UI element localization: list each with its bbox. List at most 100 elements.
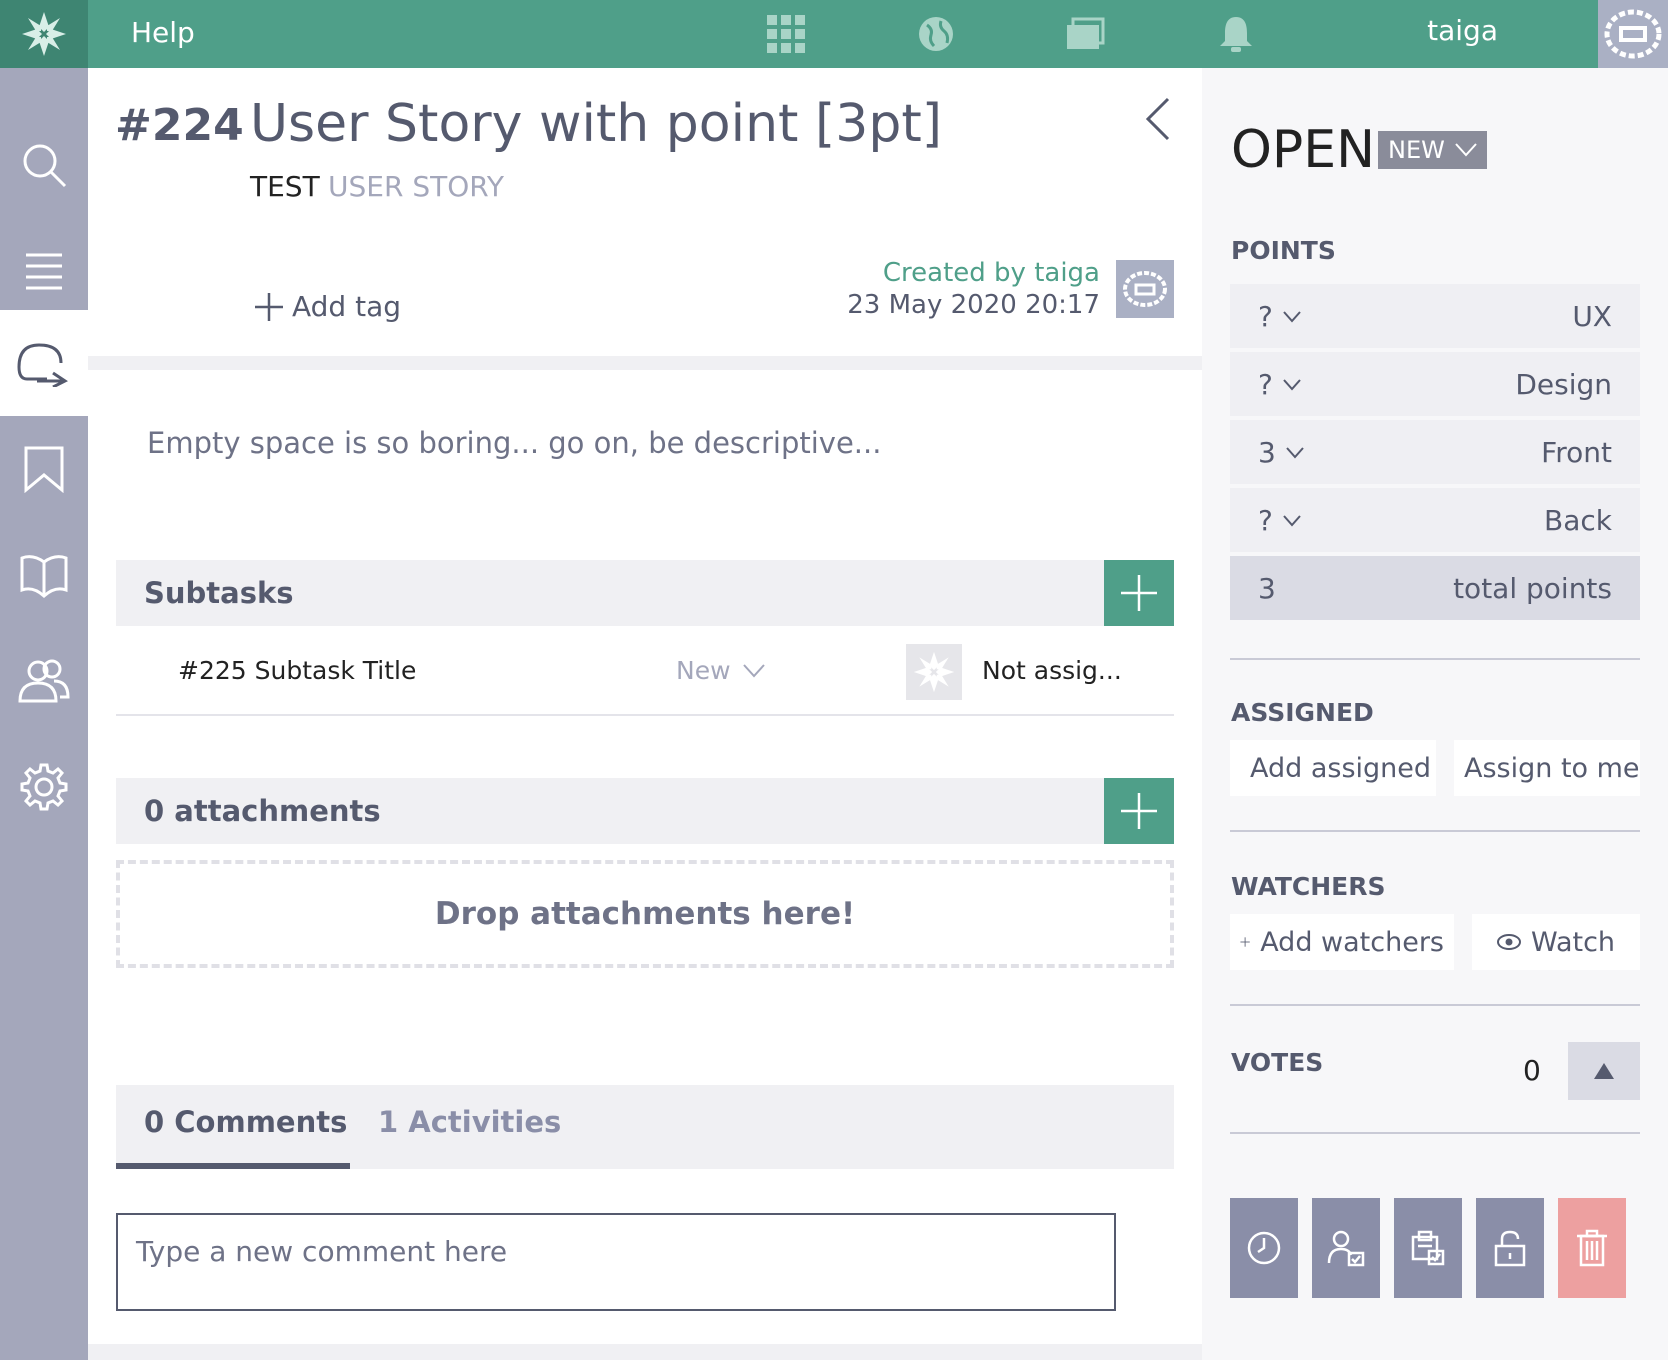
add-tag-button[interactable]: Add tag xyxy=(254,290,401,323)
chevron-left-icon[interactable] xyxy=(1138,94,1178,144)
tab-activities[interactable]: 1 Activities xyxy=(378,1105,561,1139)
plus-icon xyxy=(1121,793,1157,829)
total-points-row: 3 total points xyxy=(1230,556,1640,620)
header-divider xyxy=(88,356,1202,370)
eye-icon xyxy=(1496,934,1521,950)
total-points-value: 3 xyxy=(1258,572,1276,605)
creator-avatar-icon[interactable] xyxy=(1116,260,1174,318)
description-placeholder[interactable]: Empty space is so boring... go on, be de… xyxy=(147,426,881,460)
trash-icon xyxy=(1577,1229,1607,1267)
project-name[interactable]: TEST xyxy=(250,170,320,203)
history-tabs: 0 Comments 1 Activities xyxy=(116,1085,1174,1169)
created-by: Created by taiga xyxy=(882,258,1100,288)
tab-comments[interactable]: 0 Comments xyxy=(144,1105,347,1139)
wiki-icon[interactable] xyxy=(0,522,88,628)
point-value: ? xyxy=(1258,300,1273,333)
total-points-label: total points xyxy=(1453,572,1612,605)
subtask-status-dropdown[interactable]: New xyxy=(676,656,765,685)
settings-icon[interactable] xyxy=(0,734,88,840)
delete-button[interactable] xyxy=(1558,1198,1626,1298)
due-date-button[interactable] xyxy=(1230,1198,1298,1298)
add-attachment-button[interactable] xyxy=(1104,778,1174,844)
point-row[interactable]: 3 Front xyxy=(1230,420,1640,484)
team-icon[interactable] xyxy=(0,628,88,734)
kanban-icon[interactable] xyxy=(0,310,88,416)
triangle-up-icon xyxy=(1594,1063,1614,1079)
story-title[interactable]: User Story with point [3pt] xyxy=(250,94,942,154)
point-row[interactable]: ? UX xyxy=(1230,284,1640,348)
taiga-logo-icon[interactable] xyxy=(0,0,88,68)
attachments-dropzone[interactable]: Drop attachments here! xyxy=(116,860,1174,968)
subtasks-title: Subtasks xyxy=(144,576,294,610)
folder-icon[interactable] xyxy=(1062,10,1110,58)
point-value-dropdown[interactable]: ? xyxy=(1258,300,1301,333)
user-check-icon xyxy=(1327,1230,1365,1267)
plus-icon xyxy=(1121,575,1157,611)
comment-input[interactable]: Type a new comment here xyxy=(116,1213,1116,1311)
status-dropdown[interactable]: NEW xyxy=(1378,131,1487,169)
search-icon[interactable] xyxy=(0,112,88,218)
add-subtask-button[interactable] xyxy=(1104,560,1174,626)
epics-icon[interactable] xyxy=(0,416,88,522)
top-navigation-bar: Help taiga xyxy=(0,0,1668,68)
add-watchers-button[interactable]: Add watchers xyxy=(1230,914,1454,970)
section-divider xyxy=(1230,1004,1640,1006)
point-row[interactable]: ? Back xyxy=(1230,488,1640,552)
comment-placeholder: Type a new comment here xyxy=(136,1235,508,1268)
point-value-dropdown[interactable]: 3 xyxy=(1258,436,1304,469)
subtask-assignee[interactable]: Not assig... xyxy=(982,656,1122,685)
backlog-icon[interactable] xyxy=(0,218,88,324)
story-sidebar: OPEN NEW POINTS ? UX ? Design 3 Front ? … xyxy=(1202,68,1668,1360)
unassigned-avatar-icon[interactable] xyxy=(906,644,962,700)
user-avatar-icon[interactable] xyxy=(1598,0,1668,68)
notifications-bell-icon[interactable] xyxy=(1212,10,1260,58)
chevron-down-icon xyxy=(1283,514,1301,527)
lock-button[interactable] xyxy=(1476,1198,1544,1298)
lock-open-icon xyxy=(1494,1230,1526,1267)
assign-to-me-button[interactable]: Assign to me xyxy=(1454,740,1640,796)
story-status: OPEN xyxy=(1231,120,1376,180)
point-value-dropdown[interactable]: ? xyxy=(1258,504,1301,537)
point-role: Design xyxy=(1515,368,1612,401)
point-value-dropdown[interactable]: ? xyxy=(1258,368,1301,401)
watch-label: Watch xyxy=(1530,926,1616,958)
point-row[interactable]: ? Design xyxy=(1230,352,1640,416)
watch-button[interactable]: Watch xyxy=(1472,914,1640,970)
username-label[interactable]: taiga xyxy=(1427,14,1498,47)
help-link[interactable]: Help xyxy=(131,16,195,49)
point-value: 3 xyxy=(1258,436,1276,469)
projects-grid-icon[interactable] xyxy=(762,10,810,58)
points-table: ? UX ? Design 3 Front ? Back 3 total poi… xyxy=(1230,284,1640,624)
subtask-title[interactable]: #225 Subtask Title xyxy=(178,656,416,685)
assign-user-button[interactable] xyxy=(1312,1198,1380,1298)
task-list-button[interactable] xyxy=(1394,1198,1462,1298)
subtasks-header: Subtasks xyxy=(116,560,1174,626)
user-story-detail: #224 User Story with point [3pt] TEST US… xyxy=(88,68,1202,1360)
subtask-row[interactable]: #225 Subtask Title New Not assig... xyxy=(116,626,1174,716)
add-assigned-button[interactable]: Add assigned xyxy=(1230,740,1436,796)
chevron-down-icon xyxy=(742,663,765,677)
attachments-header: 0 attachments xyxy=(116,778,1174,844)
watchers-label: WATCHERS xyxy=(1231,872,1386,901)
add-watchers-label: Add watchers xyxy=(1260,926,1444,958)
item-type: USER STORY xyxy=(328,170,504,203)
bottom-divider xyxy=(88,1344,1202,1360)
upvote-button[interactable] xyxy=(1568,1042,1640,1100)
votes-count: 0 xyxy=(1523,1054,1541,1087)
project-sidebar xyxy=(0,68,88,1360)
plus-icon xyxy=(255,292,283,321)
section-divider xyxy=(1230,658,1640,660)
dropzone-text: Drop attachments here! xyxy=(434,896,856,932)
plus-icon xyxy=(1240,937,1250,947)
add-tag-label: Add tag xyxy=(292,290,402,323)
assigned-label: ASSIGNED xyxy=(1231,698,1374,727)
section-divider xyxy=(1230,1132,1640,1134)
chevron-down-icon xyxy=(1455,143,1477,157)
point-role: Front xyxy=(1541,436,1612,469)
assign-to-me-label: Assign to me xyxy=(1464,752,1640,784)
discover-globe-icon[interactable] xyxy=(912,10,960,58)
subtask-status-label: New xyxy=(676,656,731,685)
chevron-down-icon xyxy=(1283,378,1301,391)
point-role: UX xyxy=(1572,300,1612,333)
add-assigned-label: Add assigned xyxy=(1250,752,1432,784)
